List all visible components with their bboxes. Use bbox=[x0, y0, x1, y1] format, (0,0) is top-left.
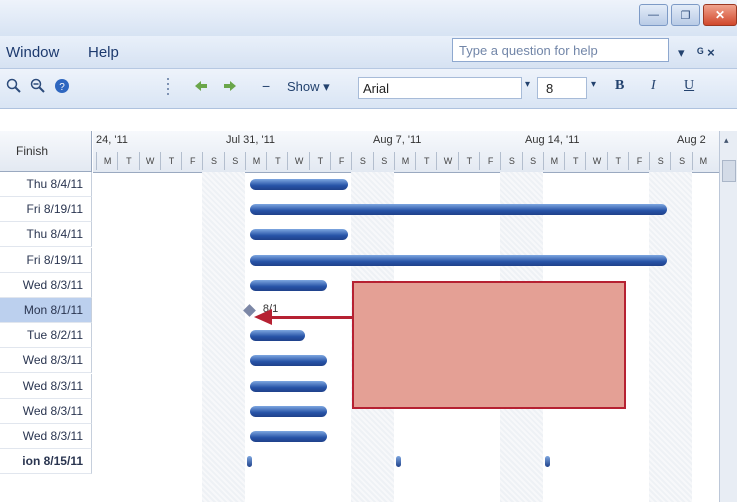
callout-arrow-icon bbox=[254, 309, 272, 325]
outdent-arrow-icon[interactable] bbox=[193, 78, 209, 97]
help-search-input[interactable]: Type a question for help bbox=[452, 38, 669, 62]
finish-cell[interactable]: Mon 8/1/11 bbox=[0, 298, 92, 323]
finish-cell[interactable]: ion 8/15/11 bbox=[0, 449, 92, 475]
nonworking-time-shading bbox=[649, 172, 692, 502]
task-bar[interactable] bbox=[249, 254, 667, 266]
window-controls: — ❐ ✕ bbox=[639, 4, 737, 26]
restore-icon: ❐ bbox=[680, 9, 691, 22]
underline-button[interactable]: U bbox=[684, 78, 694, 94]
help-icon[interactable]: ? bbox=[54, 78, 70, 97]
help-dropdown-icon[interactable]: ▾ bbox=[678, 45, 685, 61]
summary-tick-mark[interactable] bbox=[395, 456, 401, 468]
task-bar[interactable] bbox=[249, 405, 327, 417]
bold-button[interactable]: B bbox=[615, 78, 624, 94]
show-dropdown-button[interactable]: Show ▾ bbox=[287, 79, 330, 95]
callout-box bbox=[352, 281, 626, 409]
nonworking-time-shading bbox=[202, 172, 245, 502]
finish-cell[interactable]: Tue 8/2/11 bbox=[0, 323, 92, 349]
finish-cell[interactable]: Wed 8/3/11 bbox=[0, 373, 92, 399]
task-bar[interactable] bbox=[249, 330, 306, 342]
font-size-dropdown-icon[interactable]: ▾ bbox=[591, 79, 596, 90]
task-bar[interactable] bbox=[249, 279, 327, 291]
scrollbar-thumb[interactable] bbox=[722, 160, 736, 182]
summary-tick-mark[interactable] bbox=[246, 456, 252, 468]
title-bar: — ❐ ✕ bbox=[0, 0, 737, 36]
zoom-in-icon[interactable] bbox=[6, 78, 22, 97]
doc-window-controls[interactable]: ᴳ × bbox=[697, 45, 715, 60]
minimize-button[interactable]: — bbox=[639, 4, 668, 26]
summary-tick-mark[interactable] bbox=[544, 456, 550, 468]
menu-help[interactable]: Help bbox=[88, 44, 119, 61]
finish-cell[interactable]: Fri 8/19/11 bbox=[0, 197, 92, 223]
menu-window[interactable]: Window bbox=[6, 44, 59, 61]
task-bar[interactable] bbox=[249, 431, 327, 442]
task-bar[interactable] bbox=[249, 179, 348, 190]
finish-cell[interactable]: Thu 8/4/11 bbox=[0, 172, 92, 197]
finish-cell[interactable]: Fri 8/19/11 bbox=[0, 247, 92, 273]
finish-cell[interactable]: Wed 8/3/11 bbox=[0, 424, 92, 449]
font-name-dropdown-icon[interactable]: ▾ bbox=[525, 79, 530, 90]
toolbar-grip-icon bbox=[165, 76, 173, 103]
zoom-out-icon[interactable] bbox=[30, 78, 46, 97]
hide-subtasks-button[interactable]: − bbox=[262, 78, 270, 94]
minimize-icon: — bbox=[648, 9, 659, 21]
task-bar[interactable] bbox=[249, 229, 348, 241]
entry-bar[interactable] bbox=[0, 109, 737, 133]
italic-button[interactable]: I bbox=[651, 78, 656, 94]
finish-cell[interactable]: Wed 8/3/11 bbox=[0, 272, 92, 298]
task-bar[interactable] bbox=[249, 380, 327, 392]
finish-cell[interactable]: Thu 8/4/11 bbox=[0, 222, 92, 248]
close-button[interactable]: ✕ bbox=[703, 4, 737, 26]
font-name-select[interactable]: Arial bbox=[358, 77, 522, 99]
scroll-up-icon[interactable]: ▴ bbox=[724, 135, 729, 146]
finish-column-header[interactable]: Finish bbox=[0, 131, 92, 172]
svg-text:?: ? bbox=[59, 82, 65, 93]
finish-cell[interactable]: Wed 8/3/11 bbox=[0, 398, 92, 424]
vertical-scrollbar[interactable] bbox=[719, 131, 737, 502]
task-bar[interactable] bbox=[249, 204, 667, 216]
indent-arrow-icon[interactable] bbox=[222, 78, 238, 97]
font-size-select[interactable]: 8 bbox=[537, 77, 587, 99]
finish-cell[interactable]: Wed 8/3/11 bbox=[0, 348, 92, 374]
restore-button[interactable]: ❐ bbox=[671, 4, 700, 26]
task-bar[interactable] bbox=[249, 355, 327, 367]
close-icon: ✕ bbox=[714, 8, 726, 22]
callout-arrow-line bbox=[270, 316, 352, 319]
